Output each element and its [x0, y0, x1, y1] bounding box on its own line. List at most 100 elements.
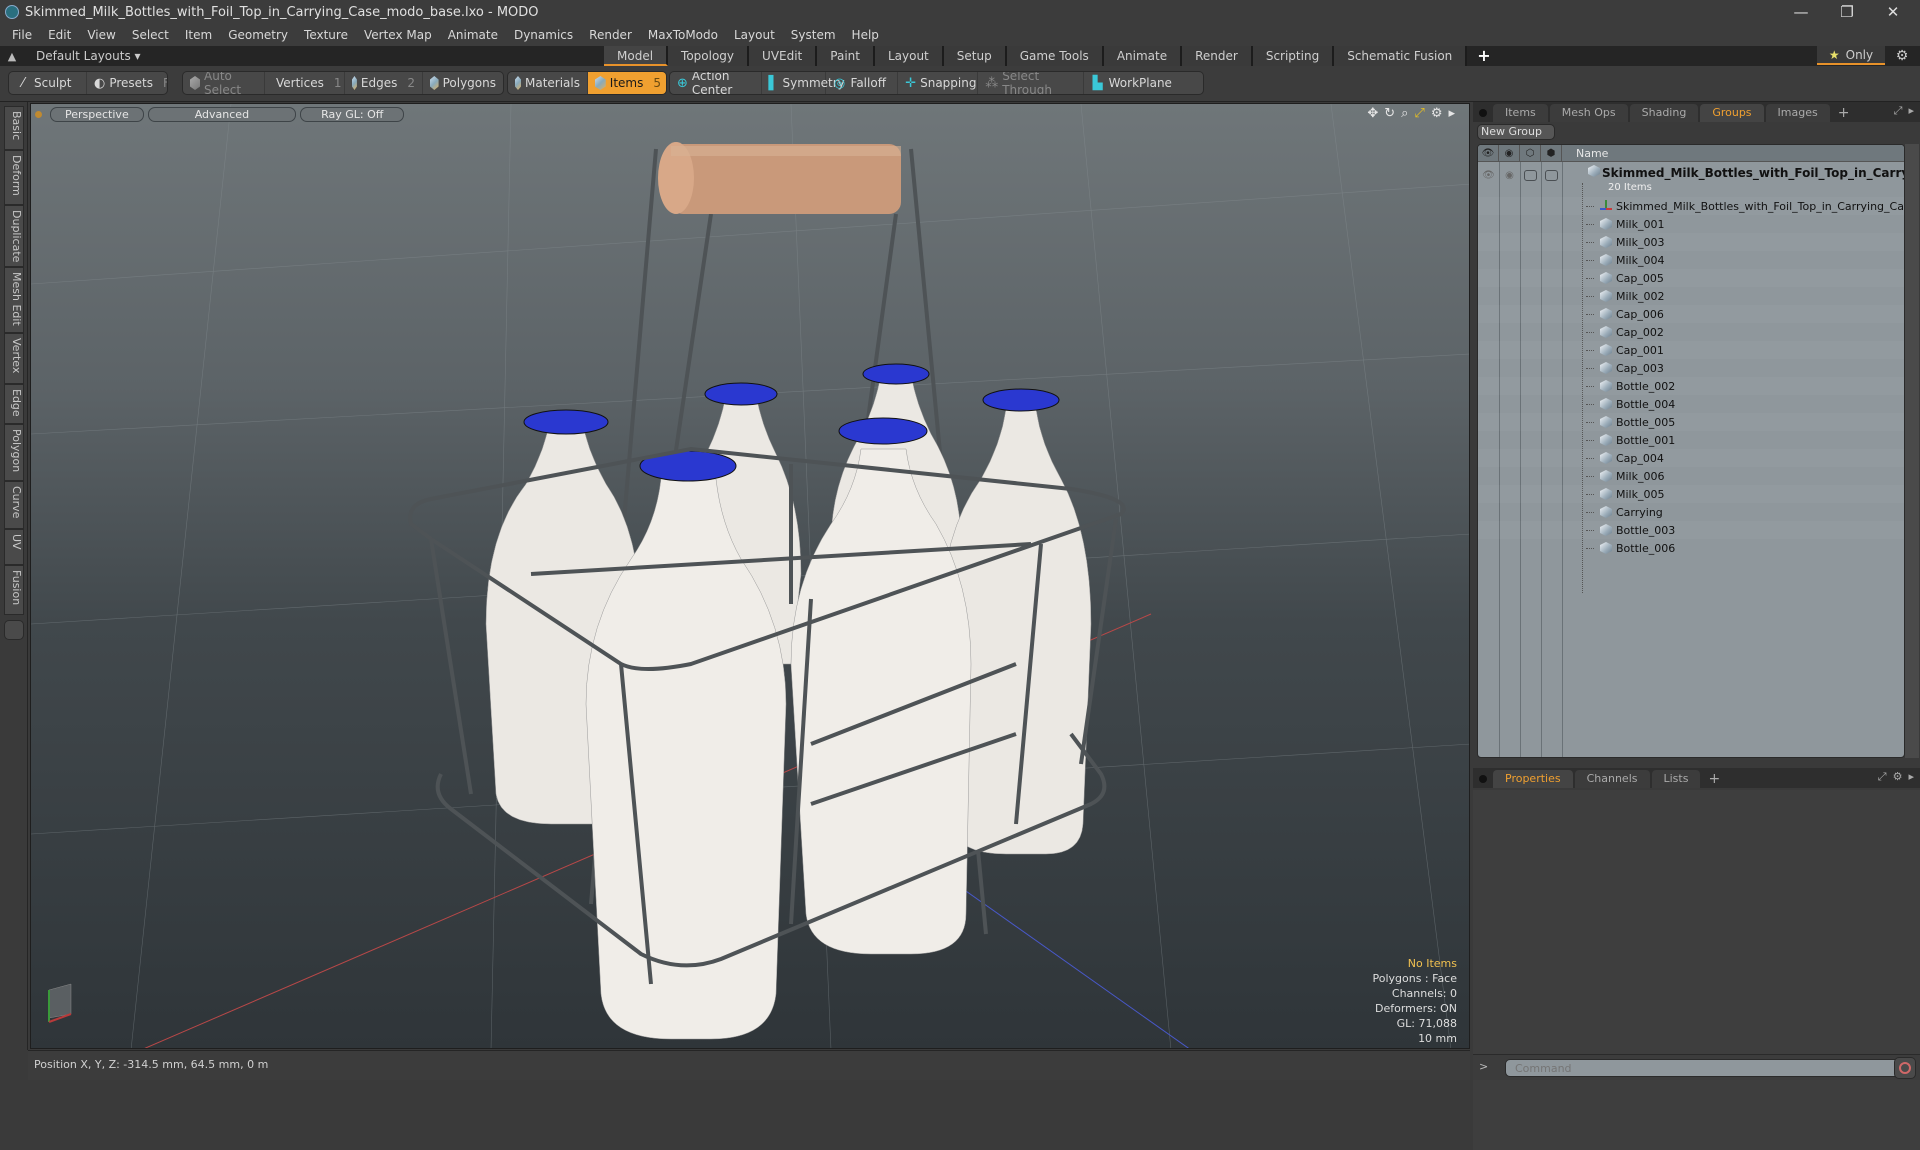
list-item[interactable]: Milk_005 [1478, 485, 1904, 503]
sidebar-tab-vertex[interactable]: Vertex [4, 333, 24, 384]
viewport-settings-icon[interactable]: ⚙ [1431, 106, 1443, 121]
materials-button[interactable]: Materials [508, 72, 588, 94]
fit-view-icon[interactable]: ⤢ [1414, 106, 1424, 121]
view-mode-button[interactable]: Perspective [50, 106, 144, 122]
close-button[interactable]: ✕ [1870, 0, 1916, 24]
auto-select-button[interactable]: Auto Select [183, 72, 265, 94]
panel-tab-properties[interactable]: Properties [1493, 770, 1573, 788]
add-tab-button[interactable]: + [1467, 46, 1500, 66]
bottom-panel-menu-dot[interactable] [1479, 775, 1487, 783]
raygl-button[interactable]: Ray GL: Off [300, 106, 405, 122]
panel-tab-images[interactable]: Images [1765, 104, 1830, 122]
sidebar-tab-fusion[interactable]: Fusion [4, 565, 24, 615]
list-item[interactable]: Bottle_005 [1478, 413, 1904, 431]
list-item[interactable]: Milk_004 [1478, 251, 1904, 269]
list-item[interactable]: Cap_003 [1478, 359, 1904, 377]
tab-uvedit[interactable]: UVEdit [749, 46, 818, 66]
falloff-button[interactable]: ◎ Falloff [826, 72, 899, 94]
tab-game-tools[interactable]: Game Tools [1006, 46, 1104, 66]
add-panel-tab-button[interactable]: + [1832, 104, 1856, 122]
restore-button[interactable]: ❐ [1824, 0, 1870, 24]
settings-icon[interactable]: ⚙ [1893, 770, 1903, 784]
sidebar-tab-curve[interactable]: Curve [4, 481, 24, 529]
menu-dynamics[interactable]: Dynamics [506, 28, 581, 42]
list-item[interactable]: Milk_003 [1478, 233, 1904, 251]
render-column-icon[interactable]: ◉ [1499, 145, 1520, 162]
viewport-menu-dot[interactable] [35, 110, 42, 118]
menu-maxtomodo[interactable]: MaxToModo [640, 28, 726, 42]
sidebar-tab-polygon[interactable]: Polygon [4, 424, 24, 481]
symmetry-button[interactable]: ▌ Symmetry [762, 72, 845, 94]
sidebar-tab-uv[interactable]: UV [4, 529, 24, 565]
tab-model[interactable]: Model [604, 46, 669, 66]
rotate-icon[interactable]: ↻ [1384, 106, 1395, 121]
gear-icon[interactable]: ⚙ [1892, 46, 1912, 66]
maximize-icon[interactable]: ⤢ [1878, 770, 1887, 784]
action-center-button[interactable]: ⊕ Action Center [670, 72, 762, 94]
items-button[interactable]: Items 5 [588, 72, 666, 94]
panel-menu-dot[interactable] [1479, 109, 1487, 117]
list-item-locator[interactable]: Skimmed_Milk_Bottles_with_Foil_Top_in_Ca… [1478, 197, 1904, 215]
new-group-button[interactable]: New Group [1477, 124, 1555, 140]
panel-tab-groups[interactable]: Groups [1700, 104, 1764, 122]
sculpt-button[interactable]: ⁄ Sculpt [9, 72, 87, 94]
panel-arrow-icon[interactable]: ▸ [1908, 770, 1914, 784]
list-item[interactable]: Bottle_001 [1478, 431, 1904, 449]
tab-setup[interactable]: Setup [943, 46, 1007, 66]
list-item[interactable]: Milk_001 [1478, 215, 1904, 233]
group-visibility-toggle[interactable]: 👁 [1478, 170, 1499, 181]
group-row[interactable]: 👁 ◉ Skimmed_Milk_Bottles_with_Foil_Top_i… [1478, 162, 1904, 196]
menu-edit[interactable]: Edit [40, 28, 79, 42]
collapse-arrow-icon[interactable]: ▲ [0, 50, 24, 63]
layouts-dropdown[interactable]: Default Layouts ▾ [36, 49, 141, 63]
groups-scrollbar[interactable] [1905, 144, 1919, 758]
tab-render[interactable]: Render [1182, 46, 1253, 66]
list-item[interactable]: Milk_006 [1478, 467, 1904, 485]
menu-file[interactable]: File [4, 28, 40, 42]
name-column-header[interactable]: Name [1562, 147, 1608, 160]
menu-layout[interactable]: Layout [726, 28, 783, 42]
3d-viewport[interactable]: Perspective Advanced Ray GL: Off ✥ ↻ ⌕ ⤢… [30, 103, 1470, 1049]
menu-system[interactable]: System [783, 28, 844, 42]
list-item[interactable]: Bottle_006 [1478, 539, 1904, 557]
zoom-icon[interactable]: ⌕ [1401, 106, 1408, 121]
list-item[interactable]: Bottle_004 [1478, 395, 1904, 413]
menu-vertex-map[interactable]: Vertex Map [356, 28, 440, 42]
vertices-button[interactable]: Vertices 1 [265, 72, 345, 94]
group-render-toggle[interactable]: ◉ [1499, 170, 1520, 181]
select-through-button[interactable]: ⁂ Select Through [978, 72, 1084, 94]
polygons-button[interactable]: Polygons [423, 72, 503, 94]
snapping-button[interactable]: ✛ Snapping [898, 72, 979, 94]
expand-arrow-icon[interactable]: ▸ [1448, 106, 1455, 121]
list-item[interactable]: Bottle_002 [1478, 377, 1904, 395]
only-button[interactable]: ★ Only [1817, 46, 1885, 65]
shading-mode-button[interactable]: Advanced [147, 106, 297, 122]
tab-animate[interactable]: Animate [1103, 46, 1183, 66]
workplane-button[interactable]: ▙ WorkPlane [1084, 72, 1203, 94]
panel-tab-lists[interactable]: Lists [1651, 770, 1701, 788]
sidebar-tab-deform[interactable]: Deform [4, 150, 24, 205]
tab-schematic-fusion[interactable]: Schematic Fusion [1334, 46, 1468, 66]
list-item[interactable]: Cap_004 [1478, 449, 1904, 467]
group-select-toggle[interactable] [1545, 170, 1558, 181]
lock-column-icon[interactable]: ⬡ [1520, 145, 1541, 162]
panel-arrow-icon[interactable]: ▸ [1908, 104, 1914, 118]
visibility-column-icon[interactable]: 👁 [1478, 145, 1499, 162]
maximize-icon[interactable]: ⤢ [1894, 104, 1903, 118]
tab-paint[interactable]: Paint [817, 46, 875, 66]
list-item[interactable]: Cap_005 [1478, 269, 1904, 287]
record-macro-button[interactable] [1894, 1057, 1916, 1079]
pan-icon[interactable]: ✥ [1367, 106, 1378, 121]
panel-tab-items[interactable]: Items [1493, 104, 1548, 122]
menu-geometry[interactable]: Geometry [220, 28, 296, 42]
sidebar-toggle-button[interactable] [4, 620, 24, 640]
menu-select[interactable]: Select [124, 28, 177, 42]
select-column-icon[interactable]: ⬢ [1541, 145, 1562, 162]
list-item[interactable]: Milk_002 [1478, 287, 1904, 305]
menu-render[interactable]: Render [581, 28, 640, 42]
sidebar-tab-duplicate[interactable]: Duplicate [4, 205, 24, 267]
menu-item[interactable]: Item [177, 28, 220, 42]
list-item[interactable]: Cap_006 [1478, 305, 1904, 323]
sidebar-tab-edge[interactable]: Edge [4, 384, 24, 424]
tab-scripting[interactable]: Scripting [1252, 46, 1335, 66]
